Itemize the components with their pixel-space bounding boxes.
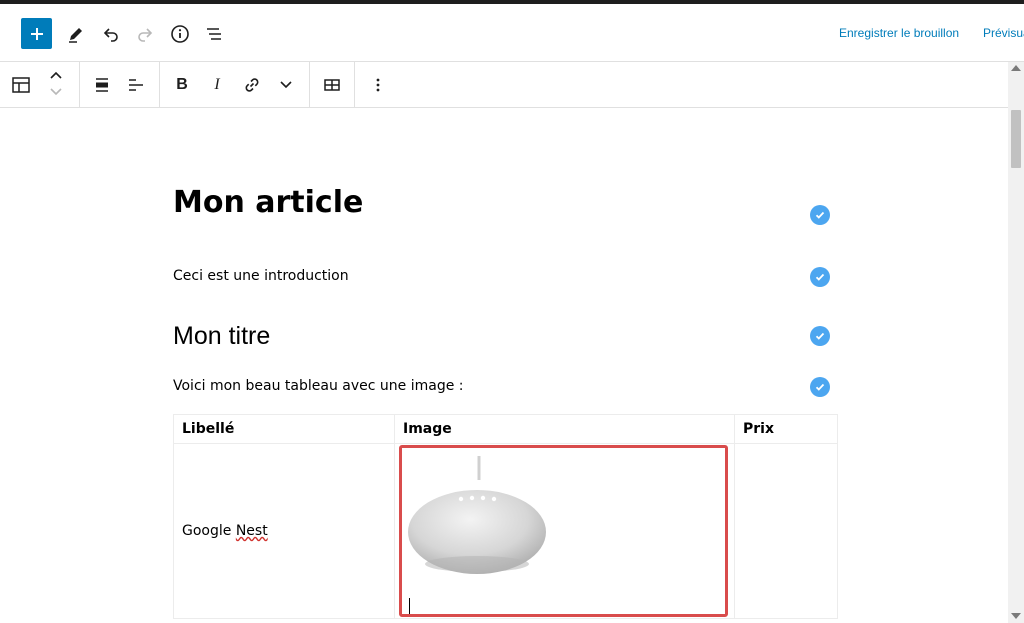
- italic-button[interactable]: I: [203, 71, 231, 99]
- align-left-icon: [129, 79, 143, 91]
- undo-button[interactable]: [98, 21, 124, 47]
- table-header-cell[interactable]: Libellé: [173, 414, 395, 444]
- list-view-button[interactable]: [201, 21, 227, 47]
- scrollbar-thumb[interactable]: [1011, 110, 1021, 168]
- align-wide-icon: [96, 78, 108, 92]
- info-icon: [171, 25, 189, 43]
- post-title[interactable]: Mon article: [173, 185, 363, 220]
- scroll-down-arrow-icon[interactable]: [1011, 613, 1021, 619]
- table-header-cell[interactable]: Prix: [734, 414, 838, 444]
- section-heading[interactable]: Mon titre: [173, 322, 270, 351]
- toolbar-divider: [354, 62, 355, 107]
- plus-icon: [30, 27, 43, 40]
- chevron-up-icon: [50, 71, 62, 79]
- check-icon: [810, 326, 830, 346]
- list-view-icon: [207, 28, 221, 40]
- table-cell-label[interactable]: Google Nest: [173, 443, 395, 619]
- text-alignment-button[interactable]: [122, 71, 150, 99]
- content-table[interactable]: Libellé Image Prix Google Nest: [173, 414, 838, 619]
- table-block-button[interactable]: [7, 71, 35, 99]
- text-caret: [409, 598, 410, 614]
- link-icon: [245, 78, 259, 92]
- chevron-down-icon: [50, 88, 62, 96]
- edit-table-button[interactable]: [318, 71, 346, 99]
- save-draft-link[interactable]: Enregistrer le brouillon: [839, 26, 959, 40]
- edit-tool-button[interactable]: [63, 21, 89, 47]
- check-icon: [810, 205, 830, 225]
- selected-image-outline[interactable]: [399, 445, 728, 617]
- table-edit-icon: [324, 79, 340, 91]
- table-icon: [12, 77, 30, 93]
- table-cell-price[interactable]: [734, 443, 838, 619]
- more-vertical-icon: [376, 78, 380, 92]
- undo-icon: [103, 28, 118, 42]
- move-up-button[interactable]: [42, 66, 70, 84]
- toolbar-divider: [159, 62, 160, 107]
- intro-paragraph[interactable]: Ceci est une introduction: [173, 268, 349, 284]
- table-cell-image[interactable]: [394, 443, 735, 619]
- preview-link[interactable]: Prévisualiser: [983, 26, 1024, 40]
- redo-icon: [138, 28, 153, 42]
- check-icon: [810, 377, 830, 397]
- editor-top-bar: Enregistrer le brouillon Prévisualiser: [0, 4, 1024, 62]
- check-icon: [810, 267, 830, 287]
- smart-speaker-image[interactable]: [405, 456, 555, 578]
- add-block-button[interactable]: [21, 18, 52, 49]
- redo-button[interactable]: [132, 21, 158, 47]
- width-alignment-button[interactable]: [88, 71, 116, 99]
- toolbar-divider: [309, 62, 310, 107]
- table-header-row: Libellé Image Prix: [173, 414, 838, 444]
- table-intro-paragraph[interactable]: Voici mon beau tableau avec une image :: [173, 378, 463, 394]
- bold-button[interactable]: B: [168, 71, 196, 99]
- toolbar-divider: [79, 62, 80, 107]
- scroll-up-arrow-icon[interactable]: [1011, 65, 1021, 71]
- block-toolbar: B I: [0, 62, 1008, 108]
- link-button[interactable]: [238, 71, 266, 99]
- options-button[interactable]: [364, 71, 392, 99]
- table-row: Google Nest: [173, 443, 838, 619]
- vertical-scrollbar[interactable]: [1008, 62, 1024, 623]
- spellcheck-word: Nest: [235, 523, 268, 539]
- table-header-cell[interactable]: Image: [394, 414, 735, 444]
- more-formatting-button[interactable]: [272, 71, 300, 99]
- pencil-icon: [69, 28, 82, 43]
- move-down-button[interactable]: [42, 84, 70, 100]
- chevron-down-icon: [280, 81, 292, 89]
- details-button[interactable]: [167, 21, 193, 47]
